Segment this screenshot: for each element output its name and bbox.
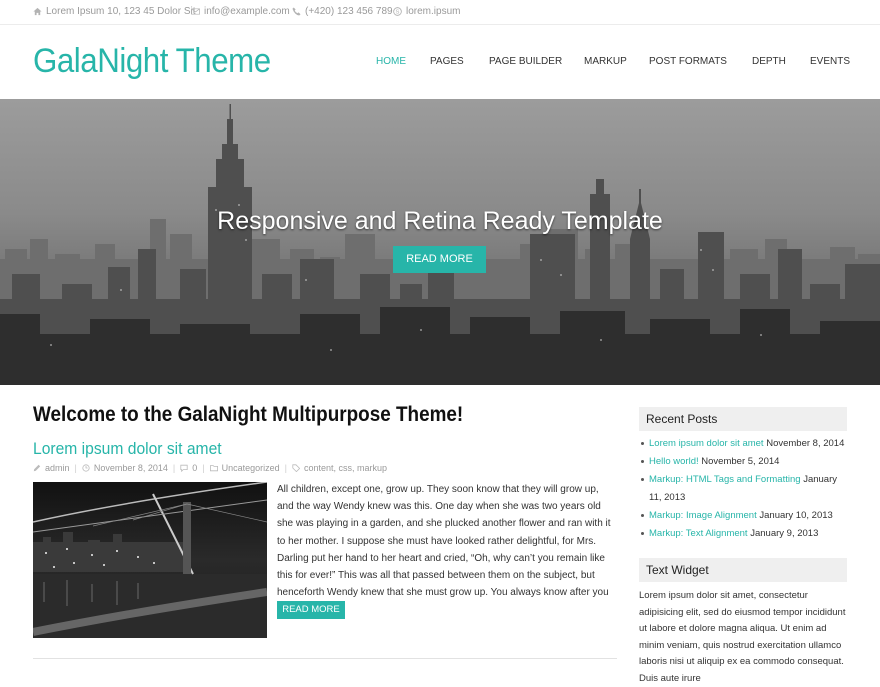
recent-post-link[interactable]: Markup: HTML Tags and Formatting [649, 474, 801, 485]
site-logo[interactable]: GalaNight Theme [33, 42, 271, 81]
list-item: Markup: Text Alignment January 9, 2013 [640, 525, 850, 543]
list-item: Lorem ipsum dolor sit amet November 8, 2… [640, 435, 850, 453]
nav-pages[interactable]: PAGES [430, 56, 464, 67]
email-link[interactable]: info@example.com [204, 6, 290, 17]
hero-read-more-button[interactable]: READ MORE [393, 246, 486, 273]
skype-item[interactable]: S lorem.ipsum [393, 6, 460, 17]
post-date: November 8, 2014 [93, 463, 168, 473]
recent-posts-list: Lorem ipsum dolor sit amet November 8, 2… [640, 435, 850, 543]
recent-post-link[interactable]: Hello world! [649, 456, 699, 467]
page-title: Welcome to the GalaNight Multipurpose Th… [33, 403, 464, 426]
post-author-link[interactable]: admin [45, 463, 70, 473]
list-item: Hello world! November 5, 2014 [640, 453, 850, 471]
recent-post-date: November 5, 2014 [701, 456, 780, 467]
nav-home[interactable]: HOME [376, 56, 406, 67]
phone-icon [292, 7, 301, 16]
list-item: Markup: HTML Tags and Formatting January… [640, 471, 850, 507]
clock-icon [82, 464, 90, 472]
nav-markup[interactable]: MARKUP [584, 56, 627, 67]
skype-link[interactable]: lorem.ipsum [406, 6, 460, 17]
recent-posts-widget-title: Recent Posts [639, 407, 847, 431]
hero-title: Responsive and Retina Ready Template [217, 207, 663, 235]
post-divider [33, 658, 617, 659]
phone-item: (+420) 123 456 789 [292, 6, 393, 17]
nav-depth[interactable]: DEPTH [752, 56, 786, 67]
post-excerpt: All children, except one, grow up. They … [277, 484, 611, 615]
text-widget-title: Text Widget [639, 558, 847, 582]
recent-post-link[interactable]: Markup: Text Alignment [649, 528, 748, 539]
recent-post-date: November 8, 2014 [766, 438, 845, 449]
address-item: Lorem Ipsum 10, 123 45 Dolor Sit [33, 6, 196, 17]
post-comments-link[interactable]: 0 [192, 463, 197, 473]
email-item[interactable]: info@example.com [191, 6, 290, 17]
post-title-link[interactable]: Lorem ipsum dolor sit amet [33, 439, 222, 459]
top-contact-bar: Lorem Ipsum 10, 123 45 Dolor Sit info@ex… [0, 0, 880, 25]
tag-icon [292, 464, 300, 472]
post-thumbnail-image[interactable] [33, 482, 267, 638]
post-tags-link[interactable]: content, css, markup [304, 463, 387, 473]
bridge-night-image [33, 482, 267, 638]
folder-icon [209, 465, 218, 472]
home-icon [33, 7, 42, 16]
hero-slider: Responsive and Retina Ready Template REA… [0, 99, 880, 385]
recent-post-date: January 9, 2013 [750, 528, 819, 539]
address-text: Lorem Ipsum 10, 123 45 Dolor Sit [46, 6, 196, 17]
nav-post-formats[interactable]: POST FORMATS [649, 56, 727, 67]
svg-text:S: S [396, 10, 400, 16]
comment-icon [180, 464, 188, 472]
pencil-icon [33, 464, 41, 472]
recent-post-link[interactable]: Lorem ipsum dolor sit amet [649, 438, 764, 449]
recent-post-date: January 10, 2013 [759, 510, 833, 521]
nav-page-builder[interactable]: PAGE BUILDER [489, 56, 562, 67]
post-category-link[interactable]: Uncategorized [222, 463, 280, 473]
skype-icon: S [393, 7, 402, 16]
site-header: GalaNight Theme HOME PAGES PAGE BUILDER … [0, 25, 880, 99]
phone-text: (+420) 123 456 789 [305, 6, 393, 17]
envelope-icon [191, 8, 200, 15]
list-item: Markup: Image Alignment January 10, 2013 [640, 507, 850, 525]
nav-events[interactable]: EVENTS [810, 56, 850, 67]
post-meta: admin | November 8, 2014 | 0 | Uncategor… [33, 463, 593, 473]
text-widget-body: Lorem ipsum dolor sit amet, consectetur … [639, 590, 846, 684]
city-skyline-image [0, 104, 880, 385]
recent-post-link[interactable]: Markup: Image Alignment [649, 510, 757, 521]
post-read-more-button[interactable]: READ MORE [277, 601, 345, 619]
